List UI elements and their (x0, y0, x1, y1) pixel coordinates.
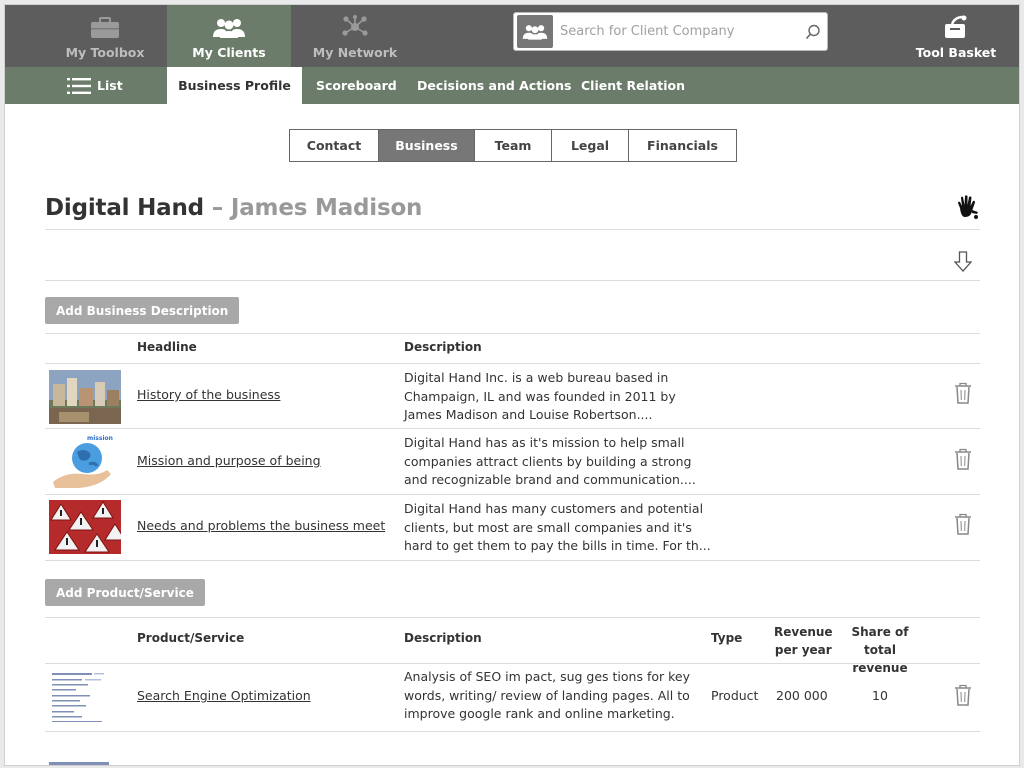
tool-basket-icon (943, 15, 969, 42)
nav-my-toolbox-label: My Toolbox (65, 45, 145, 60)
seo-thumbnail (49, 669, 107, 725)
row-divider (45, 560, 980, 561)
tab-financials[interactable]: Financials (629, 130, 736, 161)
col-description: Description (404, 340, 482, 354)
page-title: Digital Hand – James Madison (45, 195, 422, 221)
nav-my-network-label: My Network (312, 45, 398, 60)
desc-line: Champaign, IL and was founded in 2011 by (404, 388, 676, 404)
business-row-2-description: Digital Hand has as it's mission to help… (404, 434, 696, 490)
nav-my-network[interactable]: My Network (293, 5, 417, 67)
clients-search-icon (517, 15, 553, 48)
tool-basket-label: Tool Basket (915, 45, 997, 60)
list-label: List (97, 78, 123, 93)
business-row-1-description: Digital Hand Inc. is a web bureau based … (404, 369, 676, 425)
hand-icon[interactable] (956, 195, 980, 225)
subnav-business-profile[interactable]: Business Profile (167, 67, 302, 104)
tab-legal[interactable]: Legal (552, 130, 629, 161)
seo-link[interactable]: Search Engine Optimization (137, 688, 311, 703)
row-divider (45, 428, 980, 429)
col-share-line: total revenue (852, 643, 908, 675)
network-icon (341, 15, 369, 42)
desc-line: Digital Hand Inc. is a web bureau based … (404, 370, 669, 385)
col-type: Type (711, 631, 743, 645)
business-row-1-headline[interactable]: History of the business (137, 386, 280, 405)
toolbox-icon (90, 17, 120, 42)
col-share-line: Share of (851, 625, 909, 639)
business-row-2-headline[interactable]: Mission and purpose of being (137, 452, 321, 471)
col-revenue-line: per year (774, 643, 832, 657)
tab-contact[interactable]: Contact (290, 130, 379, 161)
app-window: My Toolbox My Clients My Network Search … (4, 4, 1020, 766)
mission-link[interactable]: Mission and purpose of being (137, 453, 321, 468)
col-share: Share of total revenue (840, 623, 920, 677)
tool-basket[interactable]: Tool Basket (891, 5, 1019, 67)
history-link[interactable]: History of the business (137, 387, 280, 402)
download-arrow-icon[interactable] (953, 251, 973, 277)
sub-nav-bar: List Business Profile Scoreboard Decisio… (5, 67, 1019, 104)
needs-thumbnail (49, 500, 121, 554)
product-row-1-type: Product (711, 688, 759, 703)
person-name: James Madison (230, 195, 423, 221)
mission-thumbnail: mission (49, 434, 121, 488)
trash-icon[interactable] (954, 513, 972, 535)
desc-line: words, writing/ review of landing pages.… (404, 687, 690, 703)
desc-line: Digital Hand has many customers and pote… (404, 501, 704, 516)
tab-business[interactable]: Business (379, 130, 475, 161)
trash-icon[interactable] (954, 448, 972, 470)
product-table-top (45, 617, 980, 618)
client-search (513, 12, 828, 51)
product-row-1-revenue: 200 000 (776, 688, 828, 703)
list-button[interactable]: List (67, 67, 123, 104)
title-divider (45, 229, 980, 230)
search-input[interactable] (560, 16, 799, 47)
business-table-top (45, 333, 980, 334)
next-row-thumbnail-edge (49, 762, 109, 765)
col-revenue-line: Revenue (774, 625, 833, 639)
business-row-3-description: Digital Hand has many customers and pote… (404, 500, 711, 556)
company-name: Digital Hand (45, 195, 204, 221)
desc-line: improve google rank and online marketing… (404, 706, 675, 721)
product-row-1-share: 10 (872, 688, 888, 703)
clients-icon (212, 17, 246, 42)
toolbar-divider (45, 280, 980, 281)
nav-my-toolbox[interactable]: My Toolbox (43, 5, 167, 67)
row-divider (45, 494, 980, 495)
mission-thumb-label: mission (87, 435, 113, 442)
desc-line: companies attract clients by building a … (404, 453, 692, 469)
col-revenue: Revenue per year (774, 623, 833, 659)
profile-tabs: Contact Business Team Legal Financials (289, 129, 737, 162)
nav-my-clients-label: My Clients (192, 45, 266, 60)
desc-line: and recognizable brand and communication… (404, 472, 696, 487)
top-bar: My Toolbox My Clients My Network Search … (5, 5, 1019, 67)
nav-my-clients[interactable]: My Clients (167, 5, 291, 67)
desc-line: clients, but most are small companies an… (404, 519, 692, 535)
search-icon[interactable] (799, 17, 827, 47)
desc-line: Analysis of SEO im pact, sug ges tions f… (404, 669, 691, 684)
product-row-1-name[interactable]: Search Engine Optimization (137, 687, 311, 706)
row-divider (45, 731, 980, 732)
business-row-3-headline[interactable]: Needs and problems the business meet (137, 517, 385, 536)
subnav-scoreboard[interactable]: Scoreboard (316, 67, 397, 104)
product-header-divider (45, 663, 980, 664)
add-business-description-button[interactable]: Add Business Description (45, 297, 240, 324)
add-product-service-button[interactable]: Add Product/Service (45, 579, 205, 606)
title-separator: – (211, 195, 224, 221)
desc-line: Digital Hand has as it's mission to help… (404, 435, 685, 450)
tab-team[interactable]: Team (475, 130, 552, 161)
product-row-1-description: Analysis of SEO im pact, sug ges tions f… (404, 668, 690, 724)
business-header-divider (45, 363, 980, 364)
col-product-service: Product/Service (137, 631, 245, 645)
list-icon (67, 77, 91, 95)
subnav-decisions-actions[interactable]: Decisions and Actions (417, 67, 571, 104)
trash-icon[interactable] (954, 684, 972, 706)
desc-line: hard to get them to pay the bills in tim… (404, 538, 711, 553)
history-thumbnail (49, 370, 121, 424)
desc-line: James Madison and Louise Robertson.... (404, 407, 653, 422)
subnav-client-relation[interactable]: Client Relation (581, 67, 685, 104)
col-headline: Headline (137, 340, 197, 354)
needs-link[interactable]: Needs and problems the business meet (137, 518, 385, 533)
trash-icon[interactable] (954, 382, 972, 404)
col-product-description: Description (404, 631, 482, 645)
